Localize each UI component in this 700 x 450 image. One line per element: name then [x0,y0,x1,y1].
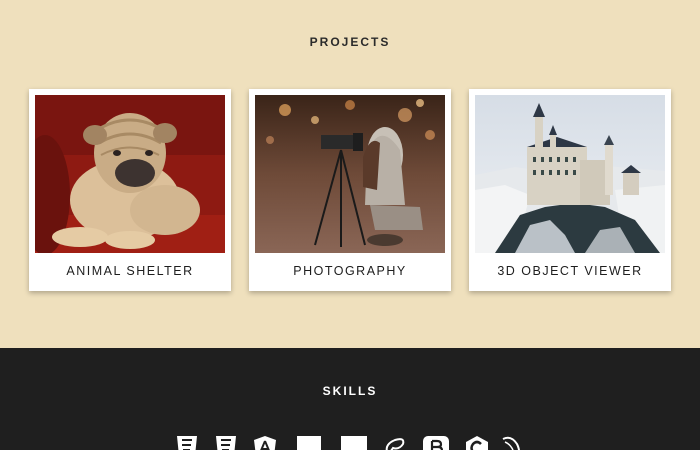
project-label: PHOTOGRAPHY [293,264,407,278]
project-card-animal-shelter[interactable]: ANIMAL SHELTER [29,89,231,291]
mysql-icon [501,436,521,450]
project-label: 3D OBJECT VIEWER [497,264,643,278]
projects-title: PROJECTS [309,35,391,49]
animal-shelter-image [35,95,225,253]
photography-image [255,95,445,253]
project-card-photography[interactable]: PHOTOGRAPHY [249,89,451,291]
skills-icon-row [0,436,700,450]
typescript-icon [341,436,367,450]
skills-title: SKILLS [322,384,378,398]
3d-object-viewer-image [475,95,665,253]
projects-section: PROJECTS ANIMAL SHELTER PHOTOGRAPHY 3D O… [0,0,700,348]
css3-icon [215,436,237,450]
bootstrap-icon [423,436,449,450]
sass-icon [383,436,407,450]
csharp-icon [465,436,489,450]
skills-section: SKILLS [0,348,700,450]
angular-icon [253,436,277,450]
project-label: ANIMAL SHELTER [66,264,194,278]
project-card-3d-object-viewer[interactable]: 3D OBJECT VIEWER [469,89,671,291]
javascript-icon [297,436,321,450]
html5-icon [176,436,198,450]
